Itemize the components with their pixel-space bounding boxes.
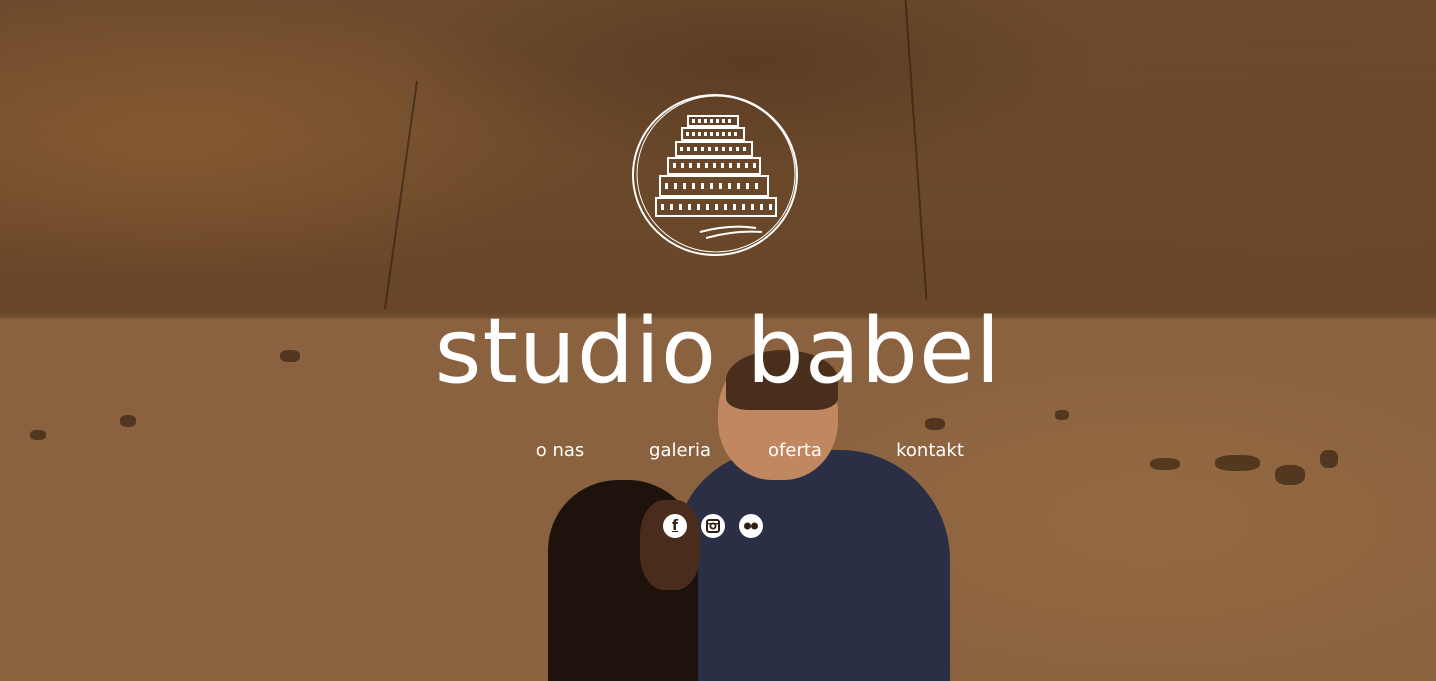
- wall-speck: [1275, 465, 1305, 485]
- facebook-icon[interactable]: f: [663, 514, 687, 538]
- facebook-glyph: f: [671, 518, 679, 534]
- nav-item-galeria[interactable]: galeria: [625, 440, 735, 461]
- wall-speck: [120, 415, 136, 427]
- wall-speck: [1055, 410, 1069, 420]
- tower-of-babel-logo-icon[interactable]: [630, 92, 800, 258]
- instagram-icon[interactable]: [701, 514, 725, 538]
- nav-item-kontakt[interactable]: kontakt: [855, 440, 1005, 461]
- wall-speck: [30, 430, 46, 440]
- site-title: studio babel: [434, 299, 1002, 404]
- flickr-glyph: [744, 522, 758, 530]
- instagram-glyph: [706, 519, 720, 533]
- flickr-icon[interactable]: [739, 514, 763, 538]
- social-links: f: [663, 514, 763, 538]
- nav-item-o-nas[interactable]: o nas: [495, 440, 625, 461]
- nav-item-oferta[interactable]: oferta: [735, 440, 855, 461]
- main-nav: o nas galeria oferta kontakt: [0, 440, 1436, 461]
- man-jacket: [675, 450, 950, 681]
